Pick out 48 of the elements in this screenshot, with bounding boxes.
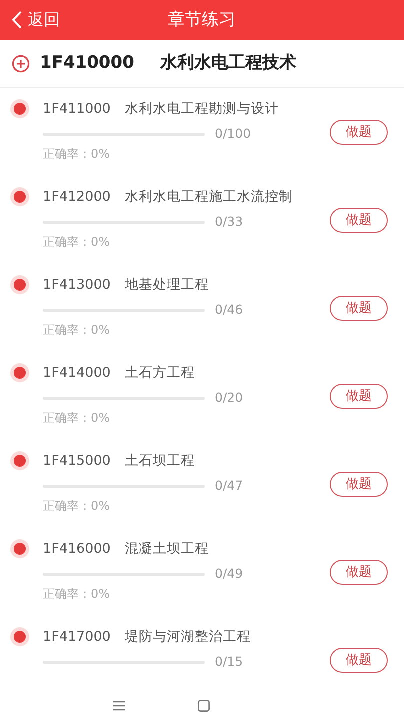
section-name: 水利水电工程勘测与设计 bbox=[124, 100, 279, 119]
section-name: 地基处理工程 bbox=[124, 276, 209, 295]
practice-button[interactable]: 做题 bbox=[330, 384, 388, 409]
practice-button[interactable]: 做题 bbox=[330, 560, 388, 585]
section-code: 1F413000 bbox=[43, 276, 111, 295]
chapter-name: 水利水电工程技术 bbox=[160, 52, 296, 75]
accuracy-text: 正确率：0% bbox=[42, 410, 112, 426]
practice-button[interactable]: 做题 bbox=[330, 208, 388, 233]
practice-button[interactable]: 做题 bbox=[330, 120, 388, 145]
section-code: 1F416000 bbox=[43, 540, 111, 559]
section-name: 水利水电工程施工水流控制 bbox=[124, 188, 293, 207]
question-count: 0/33 bbox=[215, 212, 244, 231]
section-name: 堤防与河湖整治工程 bbox=[124, 628, 251, 647]
section-code: 1F411000 bbox=[43, 100, 111, 119]
dot-icon bbox=[10, 627, 30, 647]
practice-button[interactable]: 做题 bbox=[330, 648, 388, 673]
section-name: 土石方工程 bbox=[124, 364, 195, 383]
dot-icon bbox=[10, 539, 30, 559]
section-name: 混凝土坝工程 bbox=[124, 540, 209, 559]
accuracy-text: 正确率：0% bbox=[42, 146, 112, 162]
expand-icon[interactable] bbox=[12, 54, 30, 72]
question-count: 0/100 bbox=[215, 124, 252, 143]
dot-icon bbox=[10, 99, 30, 119]
section-code: 1F412000 bbox=[43, 188, 111, 207]
question-count: 0/15 bbox=[215, 652, 244, 671]
question-count: 0/47 bbox=[215, 476, 244, 495]
question-count: 0/49 bbox=[215, 564, 244, 583]
dot-icon bbox=[10, 187, 30, 207]
dot-icon bbox=[10, 363, 30, 383]
practice-button[interactable]: 做题 bbox=[330, 472, 388, 497]
section-name: 土石坝工程 bbox=[124, 452, 195, 471]
chapter-code: 1F410000 bbox=[40, 52, 134, 75]
accuracy-text: 正确率：0% bbox=[42, 498, 112, 514]
section-code: 1F414000 bbox=[43, 364, 111, 383]
accuracy-text: 正确率：0% bbox=[42, 586, 112, 602]
section-code: 1F417000 bbox=[43, 628, 111, 647]
dot-icon bbox=[10, 451, 30, 471]
home-icon[interactable] bbox=[198, 700, 210, 712]
accuracy-text: 正确率：0% bbox=[42, 234, 112, 250]
menu-icon[interactable] bbox=[113, 701, 125, 711]
dot-icon bbox=[10, 275, 30, 295]
page-title: 章节练习 bbox=[167, 9, 237, 32]
section-code: 1F415000 bbox=[43, 452, 111, 471]
accuracy-text: 正确率：0% bbox=[42, 322, 112, 338]
back-button[interactable]: 返回 bbox=[0, 0, 72, 40]
practice-button[interactable]: 做题 bbox=[330, 296, 388, 321]
question-count: 0/20 bbox=[215, 388, 244, 407]
question-count: 0/46 bbox=[215, 300, 244, 319]
